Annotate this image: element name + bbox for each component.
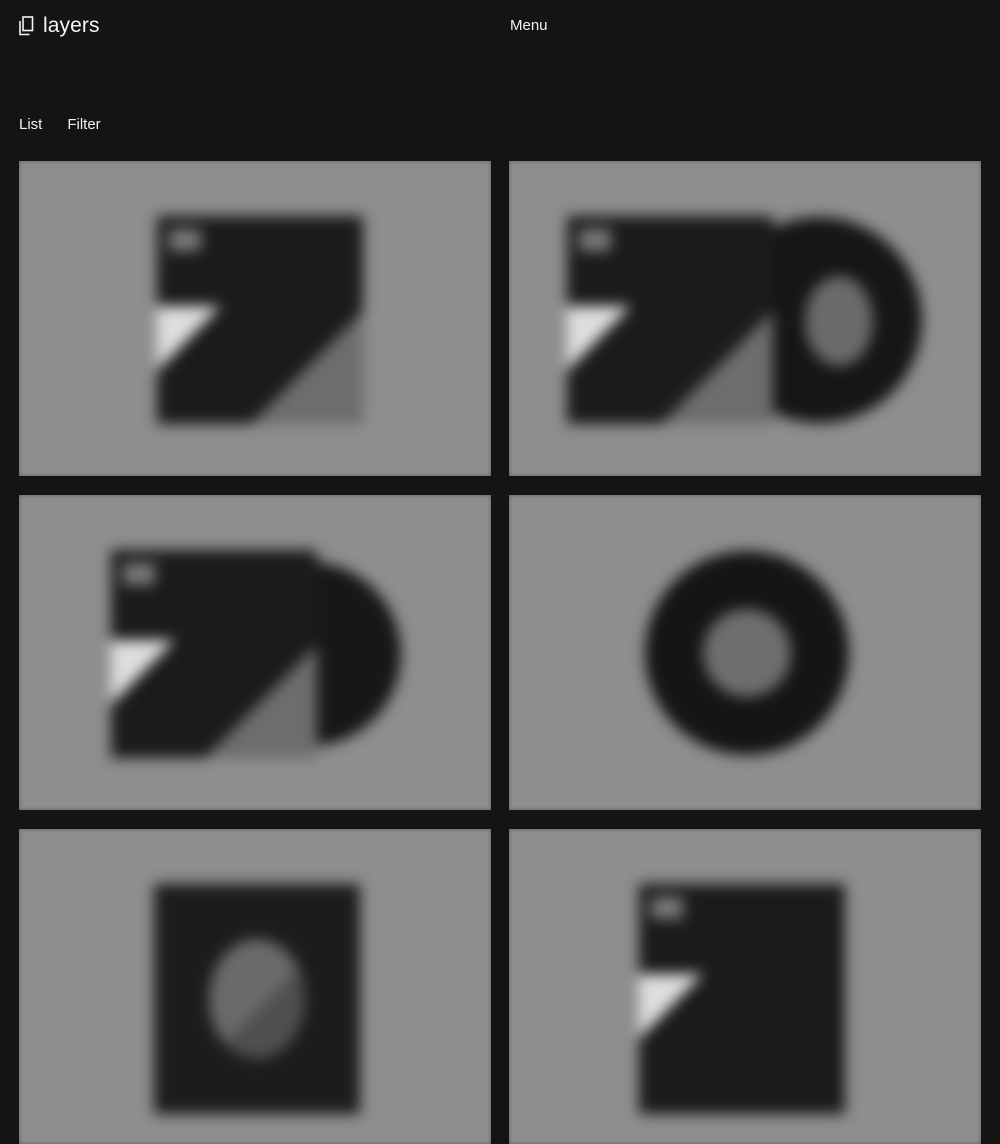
sleeve-with-record-thumbnail bbox=[567, 216, 922, 424]
gallery-card[interactable] bbox=[509, 829, 981, 1144]
sleeve-with-record-thumbnail bbox=[111, 550, 401, 758]
view-controls: List Filter bbox=[19, 116, 101, 134]
gallery-grid bbox=[19, 161, 981, 1144]
menu-button[interactable]: Menu bbox=[510, 17, 548, 35]
filter-button[interactable]: Filter bbox=[67, 116, 100, 134]
layers-icon bbox=[19, 16, 34, 36]
logo-text: layers bbox=[43, 14, 100, 37]
gallery-card[interactable] bbox=[19, 495, 491, 810]
gallery-card[interactable] bbox=[509, 495, 981, 810]
sleeve-thumbnail bbox=[639, 884, 845, 1114]
sleeve-thumbnail bbox=[154, 884, 360, 1114]
list-view-button[interactable]: List bbox=[19, 116, 42, 134]
sleeve-thumbnail bbox=[157, 216, 363, 424]
gallery-card[interactable] bbox=[19, 161, 491, 476]
gallery-card[interactable] bbox=[509, 161, 981, 476]
top-bar: layers Menu bbox=[0, 0, 1000, 52]
gallery-card[interactable] bbox=[19, 829, 491, 1144]
logo[interactable]: layers bbox=[19, 14, 100, 38]
record-thumbnail bbox=[645, 551, 849, 755]
